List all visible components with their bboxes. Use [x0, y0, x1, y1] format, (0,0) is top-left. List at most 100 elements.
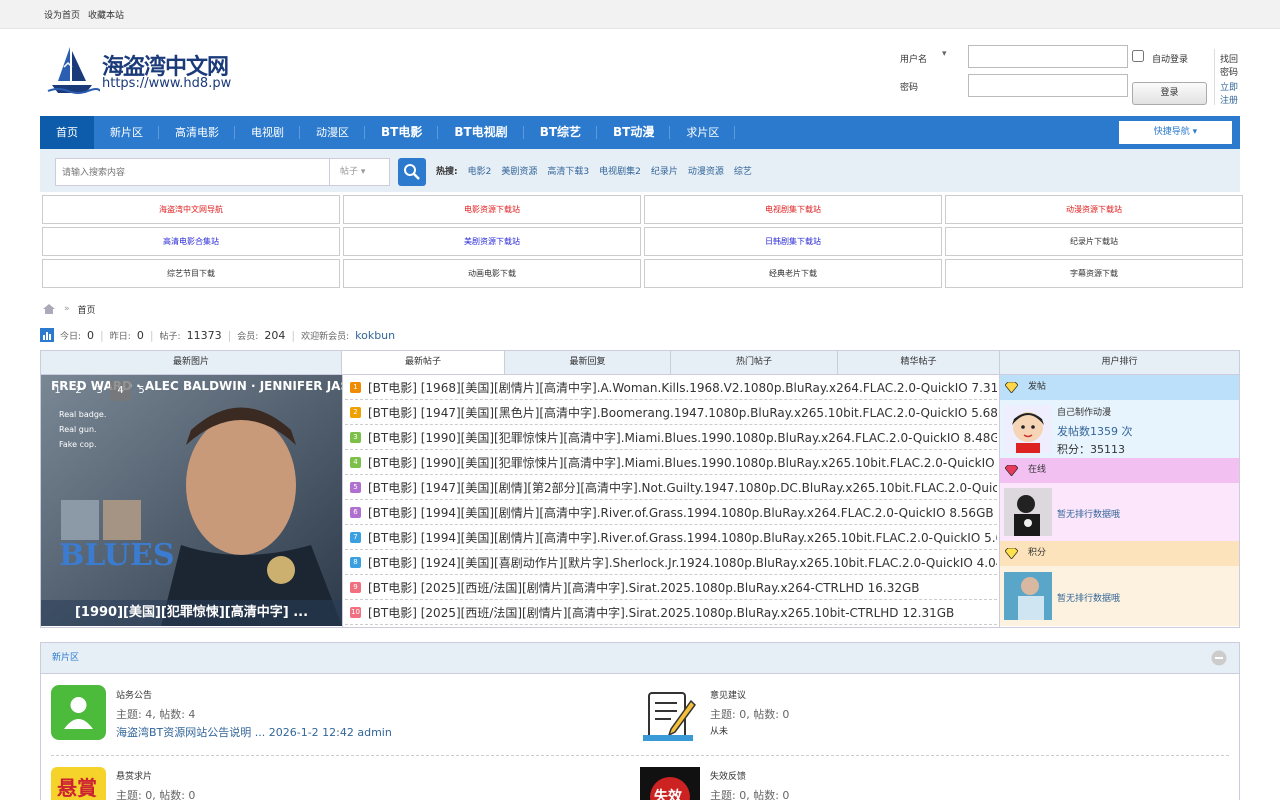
- hot-word[interactable]: 动漫资源: [688, 164, 724, 177]
- thread-title-link[interactable]: [BT电影] [1994][美国][剧情片][高清中字].River.of.Gr…: [368, 504, 994, 521]
- tab-latest-images[interactable]: 最新图片: [41, 351, 342, 374]
- slide-caption[interactable]: [1990][美国][犯罪惊悚][高清中字] ...: [41, 600, 342, 626]
- nav-item-new[interactable]: 新片区: [94, 116, 159, 149]
- thread-title-link[interactable]: [BT电影] [1990][美国][犯罪惊悚片][高清中字].Miami.Blu…: [368, 454, 997, 471]
- breadcrumb-separator: »: [64, 304, 70, 314]
- user-forum-icon[interactable]: [51, 685, 106, 740]
- forum-name[interactable]: 意见建议: [710, 688, 746, 701]
- nav-item-requests[interactable]: 求片区: [670, 116, 736, 149]
- slide-page-button[interactable]: 5: [131, 381, 152, 401]
- nav-item-bt-movies[interactable]: BT电影: [365, 116, 439, 149]
- quick-link[interactable]: 纪录片下载站: [945, 227, 1243, 256]
- search-bar: 帖子 ▾ 热搜: 电影2 美剧资源 高清下载3 电视剧集2 纪录片 动漫资源 综…: [40, 149, 1240, 192]
- avatar[interactable]: [1004, 488, 1052, 536]
- nav-item-bt-variety[interactable]: BT综艺: [524, 116, 598, 149]
- tab-digest-threads[interactable]: 精华帖子: [838, 351, 1000, 374]
- ranking-cat-label: 在线: [1028, 465, 1047, 475]
- quick-link[interactable]: 电视剧集下载站: [644, 195, 942, 224]
- thread-title-link[interactable]: [BT电影] [1968][美国][剧情片][高清中字].A.Woman.Kil…: [368, 379, 997, 396]
- forum-category-title[interactable]: 新片区: [52, 653, 79, 663]
- quick-link[interactable]: 综艺节目下载: [42, 259, 340, 288]
- slide-page-button[interactable]: 2: [68, 381, 89, 401]
- quick-link[interactable]: 动漫资源下载站: [945, 195, 1243, 224]
- thread-row[interactable]: 10 [BT电影] [2025][西班/法国][剧情片][高清中字].Sirat.…: [345, 600, 997, 625]
- slide-pager: 1 2 3 4 5: [47, 381, 152, 401]
- tab-latest-replies[interactable]: 最新回复: [505, 351, 671, 374]
- nav-item-bt-tv[interactable]: BT电视剧: [438, 116, 525, 149]
- thread-row[interactable]: 6 [BT电影] [1994][美国][剧情片][高清中字].River.of.G…: [345, 500, 997, 525]
- search-button[interactable]: [398, 158, 426, 186]
- thread-row[interactable]: 7 [BT电影] [1994][美国][剧情片][高清中字].River.of.G…: [345, 525, 997, 550]
- nav-item-tv[interactable]: 电视剧: [235, 116, 300, 149]
- thread-row[interactable]: 1 [BT电影] [1968][美国][剧情片][高清中字].A.Woman.Ki…: [345, 375, 997, 400]
- thread-title-link[interactable]: [BT电影] [1924][美国][喜剧动作片][默片字].Sherlock.J…: [368, 554, 997, 571]
- forum-name[interactable]: 站务公告: [116, 688, 152, 701]
- ranking-username[interactable]: 自己制作动漫: [1057, 405, 1111, 418]
- search-type-select[interactable]: 帖子 ▾: [329, 158, 390, 186]
- hot-word[interactable]: 综艺: [734, 164, 752, 177]
- thread-title-link[interactable]: [BT电影] [2025][西班/法国][剧情片][高清中字].Sirat.20…: [368, 604, 954, 621]
- hot-word[interactable]: 纪录片: [651, 164, 678, 177]
- chevron-down-icon[interactable]: ▾: [942, 49, 947, 59]
- hot-word[interactable]: 高清下载3: [547, 164, 589, 177]
- search-input[interactable]: [55, 158, 329, 186]
- set-homepage-link[interactable]: 设为首页: [44, 8, 80, 21]
- thread-row[interactable]: 2 [BT电影] [1947][美国][黑色片][高清中字].Boomerang.…: [345, 400, 997, 425]
- forum-name[interactable]: 失效反馈: [710, 769, 746, 782]
- nav-item-bt-anime[interactable]: BT动漫: [597, 116, 671, 149]
- quick-link[interactable]: 字幕资源下载: [945, 259, 1243, 288]
- breadcrumb: » 首页: [40, 294, 1240, 324]
- thread-title-link[interactable]: [BT电影] [2025][西班/法国][剧情片][高清中字].Sirat.20…: [368, 579, 920, 596]
- nav-item-home[interactable]: 首页: [40, 116, 94, 149]
- hot-word[interactable]: 电影2: [468, 164, 492, 177]
- avatar[interactable]: [1004, 572, 1052, 620]
- forum-category-section: 新片区 站务公告 主题: 4, 帖数: 4 海盗湾BT资源网站公告说明 ... …: [40, 642, 1240, 800]
- thread-row[interactable]: 3 [BT电影] [1990][美国][犯罪惊悚片][高清中字].Miami.Bl…: [345, 425, 997, 450]
- quick-link[interactable]: 动画电影下载: [343, 259, 641, 288]
- home-icon[interactable]: [42, 302, 56, 316]
- tab-latest-threads[interactable]: 最新帖子: [342, 351, 505, 374]
- thread-title-link[interactable]: [BT电影] [1990][美国][犯罪惊悚片][高清中字].Miami.Blu…: [368, 429, 997, 446]
- image-slideshow[interactable]: BLUES FRED WARD · ALEC BALDWIN · JENNIFE…: [41, 375, 342, 626]
- forum-last-post[interactable]: 海盗湾BT资源网站公告说明 ... 2026-1-2 12:42 admin: [116, 724, 392, 740]
- quick-link[interactable]: 经典老片下载: [644, 259, 942, 288]
- tab-user-ranking[interactable]: 用户排行: [1000, 351, 1239, 374]
- hot-word[interactable]: 电视剧集2: [599, 164, 641, 177]
- thread-title-link[interactable]: [BT电影] [1947][美国][剧情][第2部分][高清中字].Not.Gu…: [368, 479, 997, 496]
- newest-member-link[interactable]: kokbun: [355, 329, 395, 342]
- thread-row[interactable]: 5 [BT电影] [1947][美国][剧情][第2部分][高清中字].Not.G…: [345, 475, 997, 500]
- thread-title-link[interactable]: [BT电影] [1947][美国][黑色片][高清中字].Boomerang.1…: [368, 404, 997, 421]
- username-input[interactable]: [968, 45, 1128, 68]
- register-link[interactable]: 立即注册: [1220, 80, 1240, 106]
- nav-item-anime[interactable]: 动漫区: [300, 116, 365, 149]
- auto-login-checkbox[interactable]: [1132, 50, 1144, 62]
- invalid-forum-icon[interactable]: 失效: [640, 767, 700, 800]
- thread-row[interactable]: 4 [BT电影] [1990][美国][犯罪惊悚片][高清中字].Miami.Bl…: [345, 450, 997, 475]
- quick-link[interactable]: 海盗湾中文网导航: [42, 195, 340, 224]
- password-input[interactable]: [968, 74, 1128, 97]
- quick-link[interactable]: 美剧资源下载站: [343, 227, 641, 256]
- login-button[interactable]: 登录: [1132, 82, 1207, 105]
- thread-row[interactable]: 8 [BT电影] [1924][美国][喜剧动作片][默片字].Sherlock.…: [345, 550, 997, 575]
- document-edit-icon[interactable]: [641, 685, 701, 745]
- bookmark-link[interactable]: 收藏本站: [88, 8, 124, 21]
- link-grid: 海盗湾中文网导航 电影资源下载站 电视剧集下载站 动漫资源下载站高清电影合集站 美剧资源…: [40, 195, 1243, 288]
- slide-page-button-active[interactable]: 4: [110, 381, 131, 401]
- forum-name[interactable]: 悬赏求片: [116, 769, 152, 782]
- thread-row[interactable]: 9 [BT电影] [2025][西班/法国][剧情片][高清中字].Sirat.2…: [345, 575, 997, 600]
- quick-nav-dropdown[interactable]: 快捷导航 ▾: [1119, 121, 1232, 144]
- reward-forum-icon[interactable]: 悬賞: [51, 767, 106, 800]
- site-logo[interactable]: 海盗湾中文网 https://www.hd8.pw: [44, 41, 244, 97]
- tab-hot-threads[interactable]: 热门帖子: [671, 351, 838, 374]
- hot-word[interactable]: 美剧资源: [501, 164, 537, 177]
- slide-page-button[interactable]: 3: [89, 381, 110, 401]
- collapse-icon[interactable]: [1211, 650, 1227, 666]
- slide-page-button[interactable]: 1: [47, 381, 68, 401]
- avatar[interactable]: [1004, 405, 1052, 453]
- thread-title-link[interactable]: [BT电影] [1994][美国][剧情片][高清中字].River.of.Gr…: [368, 529, 997, 546]
- nav-item-hd-movies[interactable]: 高清电影: [159, 116, 235, 149]
- quick-link[interactable]: 日韩剧集下载站: [644, 227, 942, 256]
- quick-link[interactable]: 高清电影合集站: [42, 227, 340, 256]
- quick-link[interactable]: 电影资源下载站: [343, 195, 641, 224]
- forgot-password-link[interactable]: 找回密码: [1220, 52, 1240, 78]
